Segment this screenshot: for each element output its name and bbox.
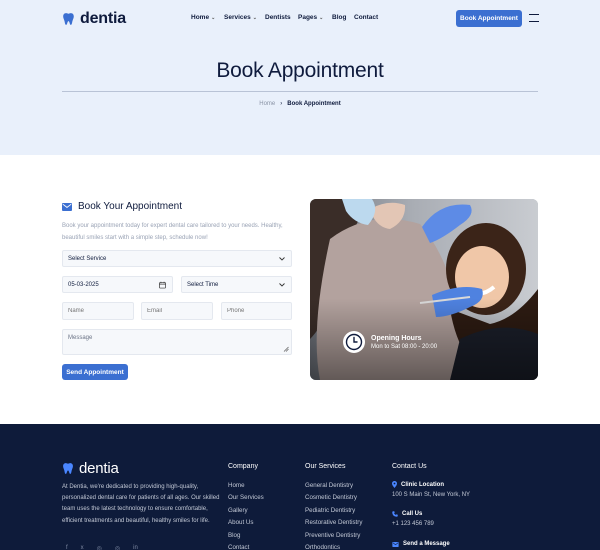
footer-link[interactable]: General Dentistry [305,480,362,492]
calendar-icon[interactable] [159,281,166,288]
name-field[interactable] [62,302,134,320]
chevron-down-icon [279,282,285,287]
breadcrumb: Home › Book Appointment [0,101,600,107]
footer-services-links: General Dentistry Cosmetic Dentistry Ped… [305,480,362,550]
pinterest-icon[interactable]: ◎ [97,545,102,550]
linkedin-icon[interactable]: in [133,545,138,550]
contact-location-label: Clinic Location [401,481,445,488]
footer-link[interactable]: Cosmetic Dentistry [305,492,362,504]
email-field[interactable] [141,302,213,320]
menu-icon[interactable] [529,14,539,22]
footer-link[interactable]: Home [228,480,264,492]
footer-contact-title: Contact Us [392,463,427,470]
logo[interactable]: dentia [62,10,126,28]
x-icon[interactable]: x [81,545,84,550]
footer-company-title: Company [228,463,258,470]
social-links: f x ◎ ◎ in [66,545,138,550]
service-select[interactable]: Select Service [62,250,292,267]
chevron-down-icon [279,256,285,261]
phone-field[interactable] [221,302,292,320]
chevron-down-icon: ⌄ [319,14,324,21]
contact-call-value[interactable]: +1 123 456 789 [392,521,434,527]
nav-item-dentists[interactable]: Dentists [265,14,298,21]
footer-about-text: At Dentia, we're dedicated to providing … [62,484,220,524]
send-appointment-button[interactable]: Send Appointment [62,364,128,380]
breadcrumb-current: Book Appointment [287,101,341,107]
contact-message: Send a Message [392,541,450,547]
divider [62,91,538,92]
time-select-value: Select Time [187,281,219,288]
page-title: Book Appointment [216,59,384,82]
nav-label: Pages [298,14,318,21]
instagram-icon[interactable]: ◎ [115,545,120,550]
main-nav: Home ⌄ Services ⌄ Dentists Pages ⌄ Blog Con… [191,14,378,21]
nav-label: Blog [332,14,347,21]
form-title: Book Your Appointment [78,201,182,212]
footer-link[interactable]: Blog [228,530,264,542]
footer-logo-text: dentia [79,460,119,477]
footer-link[interactable]: Gallery [228,505,264,517]
hours-title: Opening Hours [371,334,422,342]
nav-label: Home [191,14,210,21]
nav-item-contact[interactable]: Contact [354,14,378,21]
nav-label: Contact [354,14,379,21]
footer-company-links: Home Our Services Gallery About Us Blog … [228,480,264,550]
footer-link[interactable]: About Us [228,517,264,529]
footer-link[interactable]: Preventive Dentistry [305,530,362,542]
form-description: Book your appointment today for expert d… [62,223,283,241]
book-appointment-button[interactable]: Book Appointment [456,10,522,27]
nav-item-pages[interactable]: Pages ⌄ [298,14,332,21]
message-field[interactable]: Message [62,329,292,355]
footer-logo[interactable]: dentia [62,460,119,477]
form-heading: Book Your Appointment [62,201,182,212]
resize-handle-icon[interactable] [283,346,289,352]
hours-subtitle: Mon to Sat 08:00 - 20:00 [371,343,438,350]
clock-icon [343,331,365,353]
contact-call: Call Us +1 123 456 789 [392,511,434,527]
contact-call-label: Call Us [402,511,423,517]
opening-hours: Opening Hours Mon to Sat 08:00 - 20:00 [343,331,437,353]
contact-message-label: Send a Message [403,541,450,547]
nav-item-blog[interactable]: Blog [332,14,354,21]
breadcrumb-separator: › [280,101,283,107]
message-placeholder: Message [68,335,93,341]
hero-section: dentia Home ⌄ Services ⌄ Dentists Pages ⌄ B… [0,0,600,155]
envelope-icon [62,202,72,211]
nav-item-home[interactable]: Home ⌄ [191,14,224,21]
nav-label: Services [224,14,251,21]
date-input[interactable]: 05-03-2025 [62,276,173,293]
chevron-down-icon: ⌄ [252,14,257,21]
service-select-value: Select Service [68,255,107,262]
contact-location-value: 100 S Main St, New York, NY [392,492,471,498]
tooth-icon [63,13,74,25]
tooth-icon [63,463,73,474]
logo-text: dentia [80,10,126,27]
footer-link[interactable]: Pediatric Dentistry [305,505,362,517]
breadcrumb-home-link[interactable]: Home [259,101,275,107]
footer-services-title: Our Services [305,463,346,470]
footer-link[interactable]: Orthodontics [305,542,362,550]
phone-icon [392,511,398,517]
facebook-icon[interactable]: f [66,545,68,550]
contact-location: Clinic Location 100 S Main St, New York,… [392,481,470,498]
footer-link[interactable]: Our Services [228,492,264,504]
footer-link[interactable]: Contact [228,542,264,550]
envelope-icon [392,541,399,547]
nav-item-services[interactable]: Services ⌄ [224,14,265,21]
nav-label: Dentists [265,14,291,21]
location-pin-icon [392,481,397,488]
footer-link[interactable]: Restorative Dentistry [305,517,362,529]
chevron-down-icon: ⌄ [211,14,216,21]
time-select[interactable]: Select Time [181,276,292,293]
date-value: 05-03-2025 [68,281,99,288]
